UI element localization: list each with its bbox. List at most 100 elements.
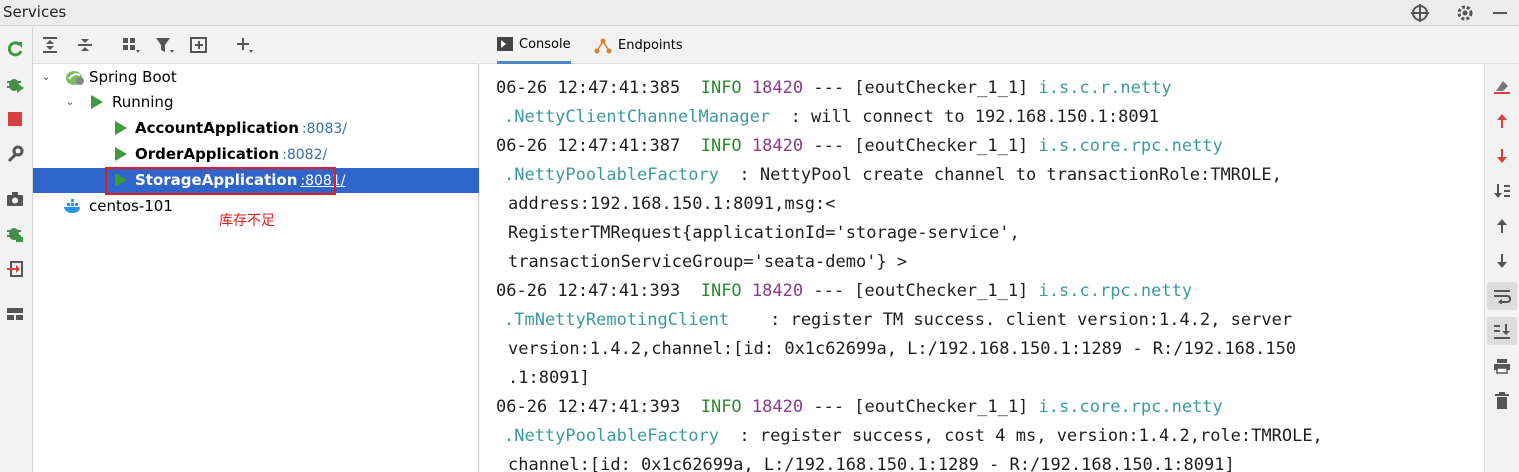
log-level: INFO — [700, 78, 742, 98]
log-line: address:192.168.150.1:8091,msg:< — [508, 190, 836, 219]
console-panel: Console Endpoints 06-26 12:47:41:385 INF… — [480, 27, 1519, 472]
endpoints-icon — [594, 38, 612, 54]
log-line: version:1.4.2,channel:[id: 0x1c62699a, L… — [508, 335, 1296, 364]
arrow-down-icon[interactable] — [1487, 247, 1517, 275]
window-title: Services — [3, 3, 67, 21]
log-thread: --- [eoutChecker_1_1] — [813, 136, 1029, 156]
soft-wrap-icon[interactable] — [1487, 282, 1517, 310]
log-line: .NettyClientChannelManager : will connec… — [504, 103, 1159, 132]
rerun-icon[interactable] — [3, 37, 27, 61]
log-message: version:1.4.2,channel:[id: 0x1c62699a, L… — [508, 339, 1297, 359]
camera-icon[interactable] — [3, 187, 27, 211]
log-thread: --- [eoutChecker_1_1] — [813, 78, 1029, 98]
run-icon — [115, 121, 127, 135]
log-logger-class: .NettyClientChannelManager — [504, 107, 771, 127]
log-level: INFO — [700, 397, 742, 417]
services-tree-panel: ⌄ Spring Boot ⌄ Running AccountApplicati… — [33, 27, 479, 472]
log-message: : NettyPool create channel to transactio… — [718, 165, 1282, 185]
log-logger-class: .NettyPoolableFactory — [504, 426, 719, 446]
stop-icon[interactable] — [3, 107, 27, 131]
log-thread: --- [eoutChecker_1_1] — [813, 281, 1029, 301]
console-output[interactable]: 06-26 12:47:41:385 INFO 18420 --- [eoutC… — [480, 64, 1470, 472]
docker-icon — [63, 199, 83, 219]
app-name: OrderApplication — [135, 145, 280, 163]
layout-icon[interactable] — [3, 302, 27, 326]
log-line: 06-26 12:47:41:393 INFO 18420 --- [eoutC… — [496, 277, 1192, 306]
log-line: .1:8091] — [508, 364, 590, 393]
minimize-icon[interactable] — [1488, 1, 1512, 25]
run-icon — [91, 95, 103, 109]
log-pid: 18420 — [751, 136, 804, 156]
tree-label-docker: centos-101 — [89, 197, 173, 215]
highlight-box — [105, 167, 336, 195]
chevron-down-icon[interactable]: ⌄ — [63, 94, 77, 108]
log-message: : will connect to 192.168.150.1:8091 — [770, 107, 1160, 127]
debug-icon[interactable] — [3, 72, 27, 96]
log-message: address:192.168.150.1:8091,msg:< — [508, 194, 836, 214]
down-red-icon[interactable] — [1487, 142, 1517, 170]
new-group-icon[interactable] — [187, 33, 211, 57]
app-port-link[interactable]: :8082/ — [282, 147, 327, 163]
log-line: RegisterTMRequest{applicationId='storage… — [508, 219, 1020, 248]
log-line: 06-26 12:47:41:393 INFO 18420 --- [eoutC… — [496, 393, 1223, 422]
app-name: AccountApplication — [135, 119, 299, 137]
log-line: transactionServiceGroup='seata-demo'} > — [508, 248, 907, 277]
group-icon[interactable] — [119, 33, 143, 57]
debug-attach-icon[interactable] — [3, 222, 27, 246]
clear-icon[interactable] — [1487, 72, 1517, 100]
tab-console-label: Console — [519, 36, 571, 52]
filter-icon[interactable] — [153, 33, 177, 57]
log-level: INFO — [700, 281, 742, 301]
log-logger: i.s.c.r.netty — [1038, 78, 1172, 98]
chevron-down-icon[interactable]: ⌄ — [39, 69, 53, 83]
collapse-all-icon[interactable] — [73, 33, 97, 57]
console-side-toolbar — [1484, 64, 1519, 472]
print-icon[interactable] — [1487, 352, 1517, 380]
log-line: 06-26 12:47:41:387 INFO 18420 --- [eoutC… — [496, 132, 1223, 161]
target-icon[interactable] — [1408, 1, 1432, 25]
log-line: 06-26 12:47:41:385 INFO 18420 --- [eoutC… — [496, 74, 1172, 103]
sort-icon[interactable] — [1487, 177, 1517, 205]
spring-boot-icon — [65, 70, 85, 90]
expand-all-icon[interactable] — [38, 33, 62, 57]
tab-console[interactable]: Console — [497, 27, 571, 64]
up-red-icon[interactable] — [1487, 107, 1517, 135]
log-message: transactionServiceGroup='seata-demo'} > — [508, 252, 908, 272]
log-logger: i.s.core.rpc.netty — [1038, 136, 1223, 156]
wrench-icon[interactable] — [3, 142, 27, 166]
tree-node-account-application[interactable]: AccountApplication:8083/ — [33, 116, 479, 141]
run-icon — [115, 147, 127, 161]
console-tabs: Console Endpoints — [480, 27, 1519, 64]
tree-node-running[interactable]: ⌄ Running — [33, 90, 479, 115]
log-line: channel:[id: 0x1c62699a, L:/192.168.150.… — [508, 451, 1235, 472]
tree-node-spring-boot[interactable]: ⌄ Spring Boot — [33, 65, 479, 90]
log-message: .1:8091] — [508, 368, 590, 388]
tree-label-account: AccountApplication:8083/ — [135, 119, 347, 137]
trash-icon[interactable] — [1487, 387, 1517, 415]
log-logger-class: .NettyPoolableFactory — [504, 165, 719, 185]
title-bar: Services — [0, 0, 1519, 26]
log-level: INFO — [700, 136, 742, 156]
log-line: .NettyPoolableFactory : register success… — [504, 422, 1323, 451]
log-timestamp: 06-26 12:47:41:385 — [496, 78, 681, 98]
log-message: : register success, cost 4 ms, version:1… — [718, 426, 1323, 446]
log-line: .NettyPoolableFactory : NettyPool create… — [504, 161, 1282, 190]
exit-icon[interactable] — [3, 257, 27, 281]
tree-label-spring-boot: Spring Boot — [89, 68, 177, 86]
tree-node-order-application[interactable]: OrderApplication:8082/ — [33, 142, 479, 167]
add-icon[interactable] — [233, 33, 257, 57]
log-line: .TmNettyRemotingClient : register TM suc… — [504, 306, 1292, 335]
log-message: : register TM success. client version:1.… — [729, 310, 1293, 330]
app-port-link[interactable]: :8083/ — [302, 121, 347, 137]
scroll-to-end-icon[interactable] — [1487, 317, 1517, 345]
log-timestamp: 06-26 12:47:41:387 — [496, 136, 681, 156]
log-logger-class: .TmNettyRemotingClient — [504, 310, 730, 330]
annotation-note: 库存不足 — [219, 213, 275, 229]
log-pid: 18420 — [751, 397, 804, 417]
log-message: channel:[id: 0x1c62699a, L:/192.168.150.… — [508, 455, 1235, 472]
arrow-up-icon[interactable] — [1487, 212, 1517, 240]
tab-endpoints[interactable]: Endpoints — [594, 27, 683, 64]
gear-icon[interactable] — [1453, 1, 1477, 25]
log-pid: 18420 — [751, 78, 804, 98]
log-pid: 18420 — [751, 281, 804, 301]
